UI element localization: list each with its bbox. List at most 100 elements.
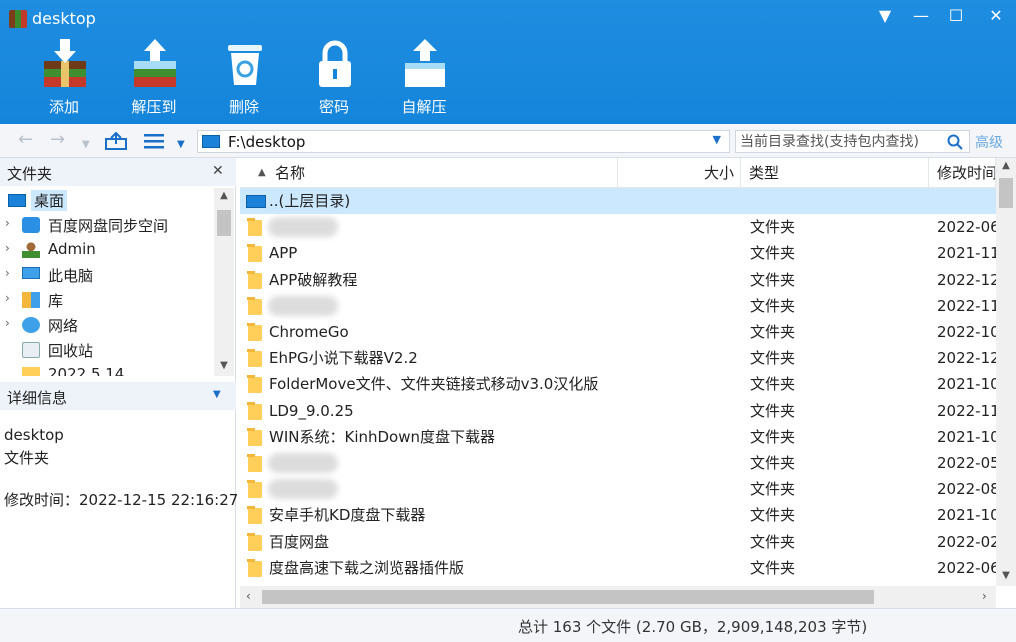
maximize-button[interactable]: ☐: [941, 4, 971, 28]
scroll-up-arrow-icon[interactable]: ▲: [214, 190, 234, 201]
scroll-thumb[interactable]: [217, 210, 231, 236]
details-type: 文件夹: [4, 449, 50, 467]
tree-item-2022-5-14[interactable]: 2022.5.14: [0, 363, 214, 376]
path-dropdown-icon[interactable]: ▼: [713, 133, 721, 146]
menu-dropdown-button[interactable]: ▼: [870, 4, 900, 28]
redacted-name: [268, 479, 338, 500]
scroll-thumb[interactable]: [262, 590, 874, 604]
folder-tree: 桌面 › 百度网盘同步空间 › Admin › 此电脑 › 库 › 网络 回收站…: [0, 188, 236, 376]
column-modified[interactable]: 修改时间: [929, 158, 996, 188]
file-type: 文件夹: [750, 375, 796, 394]
details-pane-header[interactable]: 详细信息 ▼: [0, 382, 236, 410]
file-modified: 2022-02: [937, 532, 996, 551]
expand-arrow-icon[interactable]: ›: [5, 316, 10, 330]
recycle-bin-icon: [22, 342, 40, 358]
folder-pane-header: 文件夹 ✕: [0, 158, 236, 186]
library-icon: [22, 292, 40, 308]
file-type: 文件夹: [750, 270, 796, 289]
table-row[interactable]: 百度网盘 文件夹 2022-02: [240, 529, 996, 555]
table-row[interactable]: 文件夹 2022-06: [240, 214, 996, 240]
password-button[interactable]: 密码: [294, 34, 374, 124]
file-type: 文件夹: [750, 323, 796, 341]
file-name: FolderMove文件、文件夹链接式移动v3.0汉化版: [269, 375, 599, 394]
table-row[interactable]: ChromeGo 文件夹 2022-10: [240, 319, 996, 345]
view-list-icon[interactable]: [144, 133, 164, 153]
history-dropdown-icon[interactable]: ▼: [82, 136, 90, 154]
close-pane-icon[interactable]: ✕: [212, 163, 224, 179]
minimize-button[interactable]: —: [906, 4, 936, 28]
up-folder-icon[interactable]: [104, 131, 128, 154]
expand-arrow-icon[interactable]: ›: [5, 241, 10, 255]
scroll-right-arrow-icon[interactable]: ›: [982, 589, 987, 603]
column-size[interactable]: 大小: [618, 158, 741, 188]
file-modified: 2022-05: [937, 454, 996, 472]
scroll-down-arrow-icon[interactable]: ▼: [996, 570, 1016, 581]
file-type: 文件夹: [750, 349, 796, 368]
file-name: 度盘高速下载之浏览器插件版: [269, 558, 465, 577]
tree-item-desktop[interactable]: 桌面: [0, 188, 214, 213]
file-modified: 2022-12: [937, 270, 996, 289]
scroll-left-arrow-icon[interactable]: ‹: [246, 589, 251, 603]
desktop-icon: [202, 135, 220, 148]
tree-item-recycle-bin[interactable]: 回收站: [0, 338, 214, 363]
expand-arrow-icon[interactable]: ›: [5, 216, 10, 230]
list-vertical-scrollbar[interactable]: ▲ ▼: [996, 158, 1016, 586]
add-button[interactable]: 添加: [24, 34, 104, 124]
table-row[interactable]: 文件夹 2022-11: [240, 293, 996, 319]
column-type[interactable]: 类型: [741, 158, 929, 188]
scroll-up-arrow-icon[interactable]: ▲: [996, 160, 1016, 171]
tree-item-label: 百度网盘同步空间: [48, 217, 169, 235]
delete-button[interactable]: 删除: [204, 34, 284, 124]
tree-item-admin[interactable]: › Admin: [0, 238, 214, 263]
file-name: APP: [269, 244, 298, 263]
computer-icon: [22, 267, 40, 279]
advanced-search-link[interactable]: 高级: [975, 132, 1003, 152]
list-horizontal-scrollbar[interactable]: ‹ ›: [240, 586, 996, 608]
table-row[interactable]: APP破解教程 文件夹 2022-12: [240, 267, 996, 293]
table-row[interactable]: 度盘高速下载之浏览器插件版 文件夹 2022-06: [240, 555, 996, 581]
table-row[interactable]: APP 文件夹 2021-11: [240, 240, 996, 266]
extract-button[interactable]: 解压到: [114, 34, 194, 124]
table-row[interactable]: WIN系统：KinhDown度盘下载器 文件夹 2021-10: [240, 424, 996, 450]
tree-item-baidu-sync[interactable]: › 百度网盘同步空间: [0, 213, 214, 238]
parent-directory-row[interactable]: ..(上层目录): [240, 188, 996, 214]
scroll-thumb[interactable]: [999, 178, 1013, 208]
table-row[interactable]: EhPG小说下载器V2.2 文件夹 2022-12: [240, 345, 996, 371]
forward-arrow-icon[interactable]: →: [50, 131, 65, 149]
tree-item-label: 回收站: [48, 342, 94, 360]
app-icon: [9, 10, 27, 28]
table-row[interactable]: FolderMove文件、文件夹链接式移动v3.0汉化版 文件夹 2021-10: [240, 371, 996, 397]
file-name: LD9_9.0.25: [269, 401, 354, 420]
column-name[interactable]: ▲ 名称: [240, 158, 618, 188]
cloud-sync-icon: [22, 217, 40, 233]
tree-item-label: 桌面: [31, 190, 68, 211]
search-icon[interactable]: [947, 134, 963, 150]
scroll-down-arrow-icon[interactable]: ▼: [214, 360, 234, 371]
table-row[interactable]: 文件夹 2022-08: [240, 476, 996, 502]
extract-archive-icon: [134, 39, 176, 87]
table-row[interactable]: 文件夹 2022-05: [240, 450, 996, 476]
sfx-button[interactable]: 自解压: [384, 34, 464, 124]
view-dropdown-icon[interactable]: ▼: [177, 136, 185, 154]
close-button[interactable]: ✕: [981, 4, 1011, 28]
collapse-details-icon[interactable]: ▼: [213, 389, 221, 400]
desktop-icon: [8, 194, 26, 207]
expand-arrow-icon[interactable]: ›: [5, 291, 10, 305]
tree-item-this-pc[interactable]: › 此电脑: [0, 263, 214, 288]
add-archive-icon: [44, 39, 86, 87]
status-bar: 总计 163 个文件 (2.70 GB，2,909,148,203 字节): [0, 608, 1016, 642]
file-type: 文件夹: [750, 401, 796, 420]
tree-item-network[interactable]: › 网络: [0, 313, 214, 338]
expand-arrow-icon[interactable]: ›: [5, 266, 10, 280]
table-row[interactable]: 安卓手机KD度盘下载器 文件夹 2021-10: [240, 502, 996, 528]
tree-scrollbar[interactable]: ▲ ▼: [214, 188, 234, 376]
path-field[interactable]: F:\desktop ▼: [197, 130, 730, 153]
table-row[interactable]: LD9_9.0.25 文件夹 2022-11: [240, 398, 996, 424]
file-type: 文件夹: [750, 480, 796, 499]
column-size-label: 大小: [703, 164, 734, 182]
file-modified: 2022-10: [937, 323, 996, 341]
tree-item-library[interactable]: › 库: [0, 288, 214, 313]
folder-icon: [247, 401, 262, 420]
back-arrow-icon[interactable]: ←: [18, 131, 33, 149]
search-input[interactable]: [740, 133, 940, 151]
